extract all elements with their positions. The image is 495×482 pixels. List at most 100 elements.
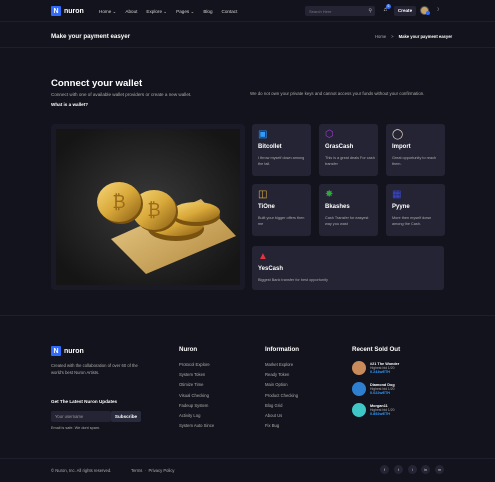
nft-price: 0.892wETH [370,412,391,416]
email-input[interactable]: Your username [51,411,111,422]
wallet-card-pyyne[interactable]: ▦ Pyyne More then myself down among the … [386,184,445,236]
footer-link[interactable]: System Token [179,372,214,377]
wallet-desc: I throw myself down among the tall. [258,156,305,166]
recent-sold-title: Recent Sold Out [352,346,401,353]
nft-thumbnail [352,382,366,396]
section-title: Connect your wallet [51,78,143,89]
subscribe-button[interactable]: Subscribe [111,411,141,422]
copyright: © Nuron, Inc. All rights reserved. [51,468,112,473]
wallet-desc: Biggest Bank transfer for best opportuni… [258,278,328,282]
footer-link[interactable]: Product Checking [265,393,298,398]
share-icon: ✸ [325,189,334,200]
footer-link[interactable]: Blog Grid [265,403,298,408]
breadcrumb-separator: > [391,34,394,39]
what-is-wallet-link[interactable]: What is a wallet? [51,102,88,107]
logo-text: nuron [64,347,84,355]
wallet-desc: This is a great deals For cash transfer [325,156,375,166]
search-icon: ⚲ [368,8,372,14]
legal-links: Terms · Privacy Policy [131,468,175,473]
linkedin-icon[interactable]: in [421,465,430,474]
footer-link[interactable]: Visual Checking [179,393,214,398]
create-button[interactable]: Create [394,6,416,16]
nft-price: 0.022wETH [370,391,391,395]
breadcrumb-current: Make your payment easyer [398,34,453,39]
bank-icon: ▲ [258,251,268,262]
cube-icon: ⬡ [325,129,334,140]
nav-home[interactable]: Home ⌄ [99,9,116,15]
logo-mark: N [51,6,61,16]
nav-pages[interactable]: Pages ⌄ [176,9,194,15]
sold-item[interactable]: Diamond Dog Highest bid 1/20 0.022wETH [352,382,399,396]
terms-link[interactable]: Terms [131,468,142,473]
privacy-note: We do not own your private keys and cann… [250,91,425,96]
nft-price: 0.244wETH [370,370,391,374]
footer-col-info-links: Market Explore Ready Token Main Option P… [265,362,298,433]
footer-link[interactable]: About Us [265,413,298,418]
breadcrumb: Home > Make your payment easyer [375,34,452,39]
nav-blog[interactable]: Blog [203,9,212,15]
wallet-name: Bitcollet [258,144,282,150]
svg-text:₿: ₿ [112,192,125,213]
nav-about[interactable]: About [125,9,137,15]
mail-icon[interactable]: m [435,465,444,474]
wallet-card-tione[interactable]: ◫ TiOne Built your bigger offers then me [252,184,311,236]
wallet-name: Bkashes [325,204,350,210]
footer-divider [0,315,495,316]
breadcrumb-home[interactable]: Home [375,34,386,39]
footer-link[interactable]: Protocol Explore [179,362,214,367]
sold-item[interactable]: Morgan11 Highest bid 1/20 0.892wETH [352,403,399,417]
footer-about: Created with the collaboration of over 6… [51,363,138,375]
wallet-card-yescash[interactable]: ▲ YesCash Biggest Bank transfer for best… [252,246,444,290]
nft-thumbnail [352,403,366,417]
wallet-name: Import [392,144,411,150]
footer-link[interactable]: System Auto Since [179,423,214,428]
sold-item[interactable]: #21 The Wonder Highest bid 1/20 0.244wET… [352,361,399,375]
wallet-name: YesCash [258,266,284,272]
footer-col-info-title: Information [265,346,300,353]
footer-link[interactable]: Activity Log [179,413,214,418]
logo-mark: N [51,346,61,356]
wallet-desc: Great opportunity to reach them. [392,156,437,166]
wallet-name: Pyyne [392,204,410,210]
footer-bottom-divider [0,458,495,459]
theme-toggle-icon[interactable]: ☽ [435,7,439,13]
footer-link[interactable]: Fix Bug [265,423,298,428]
nav-explore[interactable]: Explore ⌄ [146,9,167,15]
page-title: Make your payment easyer [51,33,131,40]
briefcase-icon: ◫ [258,189,268,200]
svg-text:₿: ₿ [147,200,160,221]
privacy-link[interactable]: Privacy Policy [148,468,174,473]
database-icon: ▦ [392,189,402,200]
wallet-name: TiOne [258,204,275,210]
nav-contact[interactable]: Contact [222,9,238,15]
wallet-card-import[interactable]: ◯ Import Great opportunity to reach them… [386,124,445,176]
instagram-icon[interactable]: i [408,465,417,474]
footer-col-nuron-title: Nuron [179,346,198,353]
footer-col-nuron-links: Protocol Explore System Token Otimize Ti… [179,362,214,433]
avatar-status-dot [426,11,430,15]
award-icon: ◯ [392,129,404,140]
wallet-card-grascash[interactable]: ⬡ GrasCash This is a great deals For cas… [319,124,378,176]
facebook-icon[interactable]: f [380,465,389,474]
footer-link[interactable]: Main Option [265,382,298,387]
wallet-desc: Built your bigger offers then me [258,216,305,226]
twitter-icon[interactable]: t [394,465,403,474]
footer-link[interactable]: Otimize Time [179,382,214,387]
nft-thumbnail [352,361,366,375]
footer-link[interactable]: Ready Token [265,372,298,377]
email-note: Email is safe. We dont spam. [51,426,101,430]
recent-sold-list: #21 The Wonder Highest bid 1/20 0.244wET… [352,361,399,424]
main-nav: Home ⌄ About Explore ⌄ Pages ⌄ Blog Cont… [99,9,237,15]
wallet-icon: ▣ [258,129,268,140]
logo[interactable]: N nuron [51,6,84,16]
footer-link[interactable]: Fadeup System [179,403,214,408]
wallet-illustration: ₿ ₿ [51,124,245,290]
wallet-card-bkashes[interactable]: ✸ Bkashes Cash Transfer for easyest way … [319,184,378,236]
footer-logo[interactable]: N nuron [51,346,84,356]
section-subtitle: Connect with one of available wallet pro… [51,92,192,97]
wallet-card-bitcollet[interactable]: ▣ Bitcollet I throw myself down among th… [252,124,311,176]
footer-link[interactable]: Market Explore [265,362,298,367]
wallet-desc: Cash Transfer for easyest way you wast [325,216,369,226]
search-input[interactable]: Search Here ⚲ [305,6,375,16]
wallet-name: GrasCash [325,144,354,150]
